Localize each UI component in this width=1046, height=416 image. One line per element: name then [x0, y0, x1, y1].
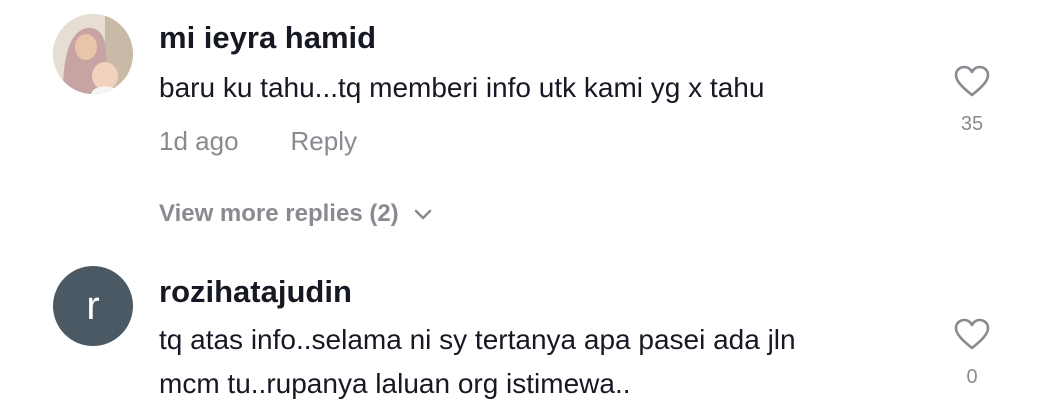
- like-count: 35: [960, 113, 984, 135]
- reply-button[interactable]: Reply: [291, 126, 357, 156]
- comment-time: 1d ago: [159, 126, 239, 156]
- comment-meta: 1d ago Reply: [159, 126, 357, 157]
- comment-text-line: tq atas info..selama ni sy tertanya apa …: [159, 324, 796, 355]
- like-count: 0: [966, 366, 978, 388]
- view-more-replies-button[interactable]: View more replies (2): [159, 200, 433, 228]
- comment-text: baru ku tahu...tq memberi info utk kami …: [159, 66, 764, 110]
- comment-text: tq atas info..selama ni sy tertanya apa …: [159, 318, 796, 406]
- heart-outline-icon: [954, 318, 990, 350]
- comment-text-line: mcm tu..rupanya laluan org istimewa..: [159, 368, 631, 399]
- view-more-replies-label: View more replies (2): [159, 200, 399, 227]
- heart-outline-icon: [954, 65, 990, 97]
- comment-username[interactable]: mi ieyra hamid: [159, 20, 376, 56]
- comment-text-line: baru ku tahu...tq memberi info utk kami …: [159, 72, 765, 103]
- avatar-letter: r: [86, 284, 100, 328]
- avatar[interactable]: r: [53, 266, 133, 346]
- chevron-down-icon: [414, 209, 431, 220]
- like-button[interactable]: 0: [942, 318, 1002, 389]
- avatar[interactable]: [53, 14, 133, 94]
- like-button[interactable]: 35: [942, 65, 1002, 136]
- avatar-photo: [53, 14, 133, 94]
- comment-username[interactable]: rozihatajudin: [159, 274, 352, 310]
